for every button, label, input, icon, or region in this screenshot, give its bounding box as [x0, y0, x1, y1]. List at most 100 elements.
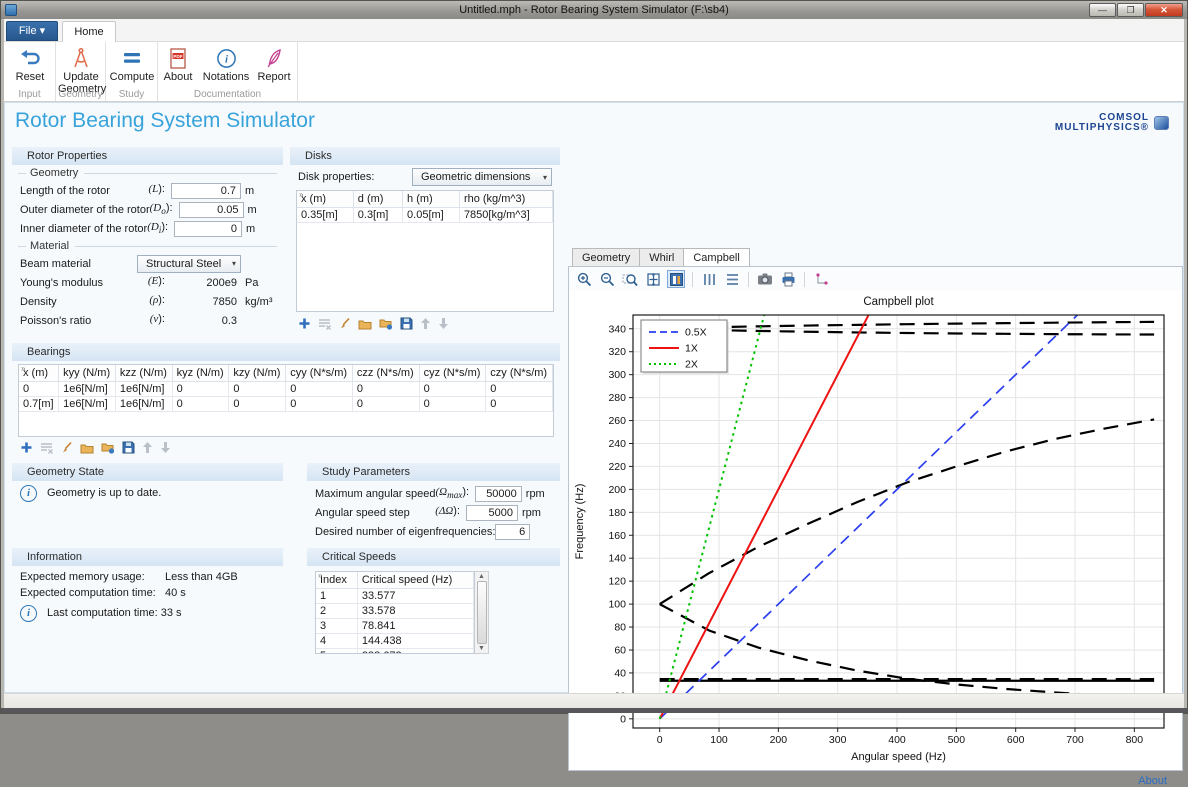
svg-text:100: 100 [710, 734, 728, 746]
section-title: Disks [290, 147, 560, 165]
critical-speeds-scrollbar[interactable]: ▲ ▼ [475, 571, 489, 654]
angular-speed-step-input[interactable]: 5000 [466, 505, 518, 521]
memory-usage-row: Expected memory usage:Less than 4GB [12, 569, 283, 585]
outer-diameter-input[interactable]: 0.05 [179, 202, 244, 218]
table-row[interactable]: 5338.673 [316, 648, 474, 654]
camera-icon[interactable] [756, 270, 774, 288]
graphics-tab-bar: Geometry Whirl Campbell [572, 248, 750, 267]
svg-text:100: 100 [608, 599, 626, 611]
axes-labels-icon[interactable] [812, 270, 830, 288]
geometry-state-section: Geometry State i Geometry is up to date. [12, 463, 283, 543]
column-header[interactable]: »Index [316, 572, 357, 588]
tab-geometry[interactable]: Geometry [572, 248, 639, 267]
column-header[interactable]: d (m) [353, 191, 402, 207]
load-file-icon[interactable] [358, 318, 372, 330]
svg-text:300: 300 [829, 734, 847, 746]
table-row[interactable]: 378.841 [316, 618, 474, 633]
minimize-button[interactable]: — [1089, 3, 1116, 17]
svg-text:160: 160 [608, 530, 626, 542]
clear-table-icon[interactable] [338, 317, 351, 330]
save-file-icon[interactable] [400, 317, 413, 330]
print-icon[interactable] [779, 270, 797, 288]
column-header[interactable]: kzz (N/m) [115, 365, 172, 381]
maximize-button[interactable]: ❐ [1117, 3, 1144, 17]
column-header[interactable]: cyz (N*s/m) [419, 365, 486, 381]
eigenfrequencies-input[interactable]: 6 [495, 524, 530, 540]
graphics-toolbar [569, 267, 1182, 291]
compute-button[interactable]: Compute [109, 45, 155, 83]
scroll-up-icon[interactable]: ▲ [478, 573, 485, 580]
disks-table-container: »x (m)d (m)h (m)rho (kg/m^3) 0.35[m]0.3[… [296, 190, 554, 312]
add-row-icon[interactable] [20, 441, 33, 454]
delete-row-icon[interactable] [40, 441, 53, 454]
tab-whirl[interactable]: Whirl [639, 248, 683, 267]
image-snapshot-icon[interactable] [667, 270, 685, 288]
file-menu-button[interactable]: File ▾ [6, 21, 58, 41]
disk-properties-select[interactable]: Geometric dimensions▾ [412, 168, 552, 186]
max-angular-speed-row: Maximum angular speed (Ωmax): 50000 rpm [307, 484, 560, 503]
zoom-in-icon[interactable] [575, 270, 593, 288]
vertical-grid-icon[interactable] [700, 270, 718, 288]
scroll-down-icon[interactable]: ▼ [478, 645, 485, 652]
move-down-icon[interactable] [438, 317, 449, 330]
column-header[interactable]: czy (N*s/m) [486, 365, 553, 381]
inner-diameter-input[interactable]: 0 [174, 221, 242, 237]
about-button[interactable]: PDF About [158, 45, 198, 83]
table-row[interactable]: 0.35[m]0.3[m]0.05[m]7850[kg/m^3] [297, 207, 553, 222]
column-header[interactable]: »x (m) [19, 365, 59, 381]
load-file-options-icon[interactable] [379, 317, 393, 330]
column-header[interactable]: rho (kg/m^3) [459, 191, 552, 207]
move-up-icon[interactable] [420, 317, 431, 330]
column-header[interactable]: cyy (N*s/m) [286, 365, 353, 381]
load-file-options-icon[interactable] [101, 441, 115, 454]
column-header[interactable]: kyy (N/m) [59, 365, 116, 381]
length-input[interactable]: 0.7 [171, 183, 241, 199]
beam-material-select[interactable]: Structural Steel▾ [137, 255, 241, 273]
column-header[interactable]: czz (N*s/m) [352, 365, 419, 381]
delete-row-icon[interactable] [318, 317, 331, 330]
table-row[interactable]: 233.578 [316, 603, 474, 618]
column-header[interactable]: Critical speed (Hz) [357, 572, 473, 588]
svg-text:180: 180 [608, 507, 626, 519]
clear-table-icon[interactable] [60, 441, 73, 454]
zoom-out-icon[interactable] [598, 270, 616, 288]
ribbon-group-input: Reset Input [4, 42, 56, 101]
column-header[interactable]: kzy (N/m) [229, 365, 286, 381]
horizontal-grid-icon[interactable] [723, 270, 741, 288]
load-file-icon[interactable] [80, 442, 94, 454]
zoom-box-icon[interactable] [621, 270, 639, 288]
tab-campbell[interactable]: Campbell [683, 248, 749, 267]
reset-button[interactable]: Reset [7, 45, 53, 83]
table-row[interactable]: 01e6[N/m]1e6[N/m]000000 [19, 381, 553, 396]
save-file-icon[interactable] [122, 441, 135, 454]
notations-button[interactable]: i Notations [200, 45, 252, 83]
max-angular-speed-input[interactable]: 50000 [475, 486, 522, 502]
report-button[interactable]: Report [254, 45, 294, 83]
eigenfrequencies-row: Desired number of eigenfrequencies: 6 [307, 522, 560, 541]
density-row: Density (ρ): 7850 kg/m³ [12, 292, 283, 311]
y-axis-label: Frequency (Hz) [574, 484, 586, 560]
about-link[interactable]: About [1138, 775, 1167, 787]
table-row[interactable]: 133.577 [316, 588, 474, 603]
title-bar[interactable]: Untitled.mph - Rotor Bearing System Simu… [1, 1, 1187, 19]
zoom-extents-icon[interactable] [644, 270, 662, 288]
svg-text:0: 0 [620, 713, 626, 725]
close-button[interactable]: ✕ [1145, 3, 1183, 17]
table-row[interactable]: 0.7[m]1e6[N/m]1e6[N/m]000000 [19, 396, 553, 411]
column-header[interactable]: kyz (N/m) [172, 365, 229, 381]
svg-text:0: 0 [657, 734, 663, 746]
move-up-icon[interactable] [142, 441, 153, 454]
tab-home[interactable]: Home [62, 21, 116, 43]
move-down-icon[interactable] [160, 441, 171, 454]
section-title: Bearings [12, 343, 560, 361]
disks-table-toolbar [290, 313, 560, 334]
column-header[interactable]: »x (m) [297, 191, 353, 207]
table-row[interactable]: 4144.438 [316, 633, 474, 648]
column-header[interactable]: h (m) [403, 191, 460, 207]
svg-text:40: 40 [614, 667, 626, 679]
add-row-icon[interactable] [298, 317, 311, 330]
rotor-properties-section: Rotor Properties Geometry Length of the … [12, 147, 283, 339]
update-geometry-button[interactable]: Update Geometry [58, 45, 104, 95]
scrollbar-thumb[interactable] [477, 581, 487, 644]
comsol-logo-icon [1154, 116, 1169, 130]
